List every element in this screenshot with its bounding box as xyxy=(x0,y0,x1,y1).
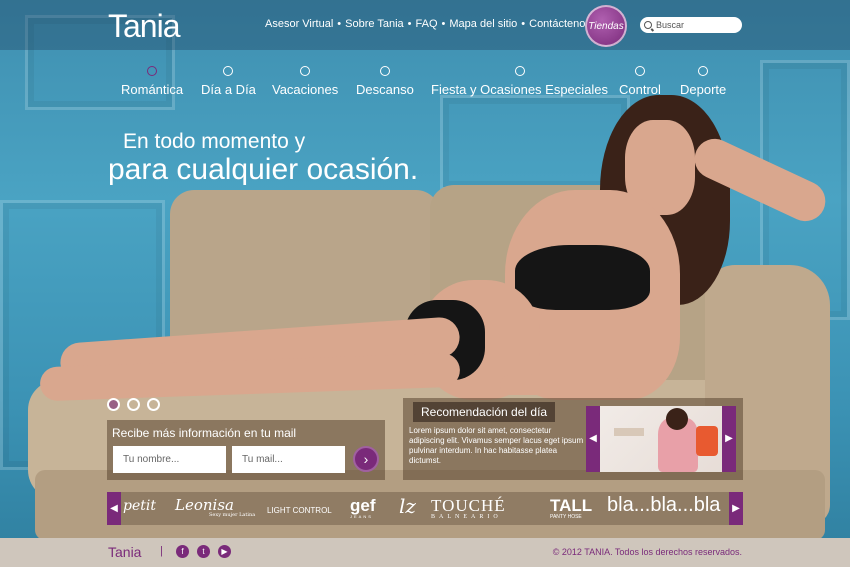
top-link-asesor-virtual[interactable]: Asesor Virtual xyxy=(265,18,333,30)
separator: • xyxy=(337,18,342,30)
header-bar: Tania Asesor Virtual • Sobre Tania • FAQ… xyxy=(0,0,850,50)
nav-label: Vacaciones xyxy=(272,82,339,97)
footer: Tania | f t ▶ © 2012 TANIA. Todos los de… xyxy=(0,538,850,567)
nav-descanso[interactable]: Descanso xyxy=(356,62,414,97)
nav-label: Control xyxy=(619,82,661,97)
email-field[interactable]: Tu mail... xyxy=(232,446,345,473)
brand-touche[interactable]: TOUCHÉ BALNEARIO xyxy=(431,496,506,520)
nav-romantica[interactable]: Romántica xyxy=(121,62,183,97)
circle-icon xyxy=(300,66,311,76)
nav-label: Romántica xyxy=(121,82,184,97)
nav-label: Deporte xyxy=(680,82,727,97)
brand-touche-name: TOUCHÉ xyxy=(431,496,506,515)
main-nav: Romántica Día a Día Vacaciones Descanso … xyxy=(0,62,850,102)
search-icon xyxy=(644,21,652,29)
tiendas-button[interactable]: Tiendas xyxy=(585,5,627,47)
brand-touche-subtitle: BALNEARIO xyxy=(431,514,502,520)
twitter-icon[interactable]: t xyxy=(197,545,210,558)
brand-tall-name: TALL xyxy=(550,496,593,515)
circle-icon xyxy=(147,66,158,76)
nav-control[interactable]: Control xyxy=(619,62,661,97)
circle-icon xyxy=(223,66,234,76)
nav-label: Fiesta y Ocasiones Especiales xyxy=(431,82,609,97)
separator: • xyxy=(521,18,526,30)
slider-dot-1[interactable] xyxy=(107,398,120,411)
circle-icon xyxy=(514,66,525,76)
nav-deporte[interactable]: Deporte xyxy=(680,62,726,97)
nav-label: Descanso xyxy=(356,82,414,97)
nav-label: Día a Día xyxy=(201,82,256,97)
hero-tagline-2: para cualquier ocasión. xyxy=(108,153,419,186)
nav-fiesta[interactable]: Fiesta y Ocasiones Especiales xyxy=(431,62,608,97)
chevron-right-icon[interactable]: ▶ xyxy=(722,406,736,472)
brand-leonisa-subtitle: Sexy mujer Latina xyxy=(209,512,256,518)
top-link-faq[interactable]: FAQ xyxy=(416,18,438,30)
brand-petit[interactable]: petit xyxy=(123,498,156,514)
search-placeholder: Buscar xyxy=(656,20,685,30)
top-nav: Asesor Virtual • Sobre Tania • FAQ • Map… xyxy=(265,18,591,30)
recommendation-image[interactable] xyxy=(586,406,736,472)
brand-tall[interactable]: TALL PANTY HOSE xyxy=(550,496,592,520)
chevron-left-icon[interactable]: ◀ xyxy=(107,492,121,525)
newsletter-box: Recibe más información en tu mail Tu nom… xyxy=(107,420,385,480)
brand-gef-subtitle: JEANS xyxy=(350,514,373,519)
circle-icon xyxy=(379,66,390,76)
separator: • xyxy=(407,18,412,30)
top-link-mapa-del-sitio[interactable]: Mapa del sitio xyxy=(449,18,517,30)
newsletter-title: Recibe más información en tu mail xyxy=(112,426,297,440)
youtube-icon[interactable]: ▶ xyxy=(218,545,231,558)
brand-bla-bla-bla[interactable]: bla...bla...bla xyxy=(607,494,720,517)
recommendation-title: Recomendación del día xyxy=(413,402,556,422)
footer-logo[interactable]: Tania xyxy=(108,544,141,560)
separator: • xyxy=(441,18,446,30)
brand-carousel: ◀ petit Leonisa Sexy mujer Latina LIGHT … xyxy=(107,492,743,525)
search-input[interactable]: Buscar xyxy=(640,17,742,33)
slider-dot-2[interactable] xyxy=(127,398,140,411)
nav-dia-a-dia[interactable]: Día a Día xyxy=(201,62,256,97)
facebook-icon[interactable]: f xyxy=(176,545,189,558)
page: Tania Asesor Virtual • Sobre Tania • FAQ… xyxy=(0,0,850,567)
circle-icon xyxy=(634,66,645,76)
hero-tagline-1: En todo momento y xyxy=(123,130,306,153)
brand-lz[interactable]: lz xyxy=(399,494,416,518)
chevron-right-icon[interactable]: ▶ xyxy=(729,492,743,525)
slider-dot-3[interactable] xyxy=(147,398,160,411)
submit-button[interactable]: › xyxy=(353,446,379,472)
brand-light-control[interactable]: LIGHT CONTROL xyxy=(267,506,332,515)
footer-separator: | xyxy=(160,545,163,557)
top-link-contactenos[interactable]: Contáctenos xyxy=(529,18,591,30)
name-field[interactable]: Tu nombre... xyxy=(113,446,226,473)
copyright: © 2012 TANIA. Todos los derechos reserva… xyxy=(552,547,742,557)
nav-vacaciones[interactable]: Vacaciones xyxy=(272,62,338,97)
chevron-left-icon[interactable]: ◀ xyxy=(586,406,600,472)
top-link-sobre-tania[interactable]: Sobre Tania xyxy=(345,18,404,30)
site-logo[interactable]: Tania xyxy=(108,8,180,45)
brand-gef[interactable]: gef JEANS xyxy=(350,496,376,519)
recommendation-box: Recomendación del día Lorem ipsum dolor … xyxy=(403,398,743,480)
recommendation-text: Lorem ipsum dolor sit amet, consectetur … xyxy=(409,426,584,465)
brand-leonisa[interactable]: Leonisa Sexy mujer Latina xyxy=(175,496,255,518)
brand-gef-name: gef xyxy=(350,496,376,515)
circle-icon xyxy=(698,66,709,76)
